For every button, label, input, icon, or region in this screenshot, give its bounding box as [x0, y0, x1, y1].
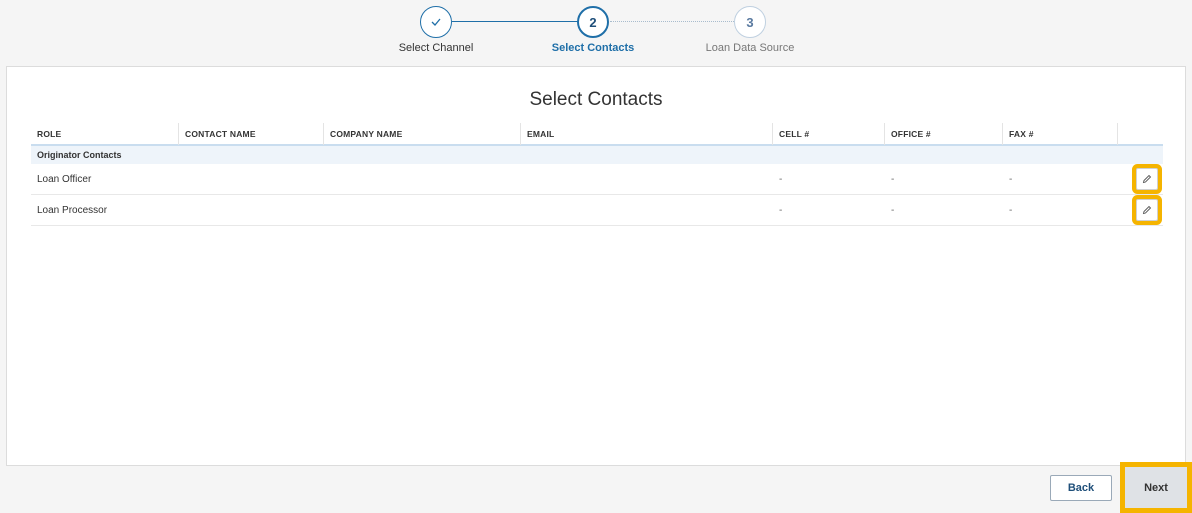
cell-role: Loan Officer — [37, 173, 92, 185]
pencil-icon — [1142, 174, 1152, 184]
back-button[interactable]: Back — [1050, 475, 1112, 501]
cell-fax: - — [1009, 204, 1013, 216]
column-header-company-name: COMPANY NAME — [324, 123, 521, 145]
cell-contact-name — [179, 164, 324, 195]
column-header-actions — [1118, 123, 1163, 145]
step-3-label: Loan Data Source — [705, 42, 795, 54]
cell-role: Loan Processor — [37, 204, 108, 216]
check-icon — [431, 18, 441, 26]
contacts-table: ROLE CONTACT NAME COMPANY NAME EMAIL CEL… — [31, 123, 1163, 226]
cell-contact-name — [179, 195, 324, 226]
edit-loan-processor-button[interactable] — [1136, 199, 1158, 221]
step-2-label: Select Contacts — [551, 42, 635, 54]
cell-cell: - — [779, 204, 783, 216]
panel-title: Select Contacts — [529, 89, 663, 110]
table-header: ROLE CONTACT NAME COMPANY NAME EMAIL CEL… — [31, 123, 1163, 146]
cell-actions — [1118, 164, 1163, 195]
stepper: Select Channel 2 Select Contacts 3 Loan … — [0, 0, 1192, 62]
cell-fax: - — [1009, 173, 1013, 185]
step-loan-data-source[interactable]: 3 Loan Data Source — [680, 6, 820, 54]
column-header-role: ROLE — [31, 123, 179, 145]
group-originator-contacts: Originator Contacts — [31, 146, 1163, 164]
cell-email — [521, 195, 773, 226]
next-button[interactable]: Next — [1120, 462, 1192, 513]
column-header-fax: FAX # — [1003, 123, 1118, 145]
cell-email — [521, 164, 773, 195]
cell-actions — [1118, 195, 1163, 226]
edit-loan-officer-button[interactable] — [1136, 168, 1158, 190]
step-2-circle: 2 — [577, 6, 609, 38]
wizard-page: Select Channel 2 Select Contacts 3 Loan … — [0, 0, 1192, 513]
column-header-office: OFFICE # — [885, 123, 1003, 145]
step-1-circle — [420, 6, 452, 38]
column-header-email: EMAIL — [521, 123, 773, 145]
step-select-contacts[interactable]: 2 Select Contacts — [523, 6, 663, 54]
cell-company-name — [324, 195, 521, 226]
step-1-label: Select Channel — [398, 42, 474, 54]
table-row: Loan Processor - - - — [31, 195, 1163, 226]
column-header-cell: CELL # — [773, 123, 885, 145]
cell-office: - — [891, 173, 895, 185]
step-select-channel[interactable]: Select Channel — [366, 6, 506, 54]
step-3-circle: 3 — [734, 6, 766, 38]
cell-cell: - — [779, 173, 783, 185]
column-header-contact-name: CONTACT NAME — [179, 123, 324, 145]
contacts-panel: Select Contacts ROLE CONTACT NAME COMPAN… — [6, 66, 1186, 466]
cell-company-name — [324, 164, 521, 195]
table-row: Loan Officer - - - — [31, 164, 1163, 195]
pencil-icon — [1142, 205, 1152, 215]
cell-office: - — [891, 204, 895, 216]
